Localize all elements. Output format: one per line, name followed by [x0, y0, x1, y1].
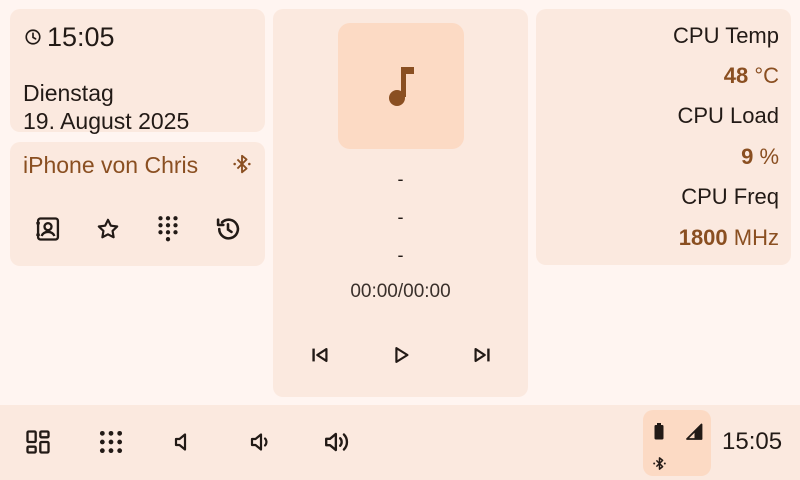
music-note-icon — [386, 65, 416, 107]
skip-next-icon — [471, 344, 493, 366]
cpu-load-value: 9 % — [741, 144, 779, 170]
contacts-icon — [34, 215, 62, 243]
battery-icon — [654, 423, 664, 440]
clock-icon — [24, 28, 42, 46]
cpu-load-unit: % — [759, 144, 779, 169]
cpu-freq-unit: MHz — [733, 225, 779, 250]
play-icon — [390, 344, 412, 366]
dialpad-button[interactable] — [151, 212, 185, 246]
contacts-button[interactable] — [31, 212, 65, 246]
track-artist: - — [397, 207, 404, 227]
call-history-button[interactable] — [211, 212, 245, 246]
volume-down-button[interactable] — [244, 425, 278, 459]
phone-card: iPhone von Chris — [10, 142, 265, 266]
cpu-freq-value: 1800 MHz — [679, 225, 779, 251]
album-art — [338, 23, 464, 149]
previous-track-button[interactable] — [304, 339, 336, 371]
cpu-load-label: CPU Load — [677, 103, 779, 128]
app-grid-button[interactable] — [94, 425, 128, 459]
clock-card: 15:05 Dienstag 19. August 2025 — [10, 9, 265, 134]
system-stats-card: CPU Temp 48 °C CPU Load 9 % CPU Freq 180… — [536, 9, 791, 265]
taskbar-clock: 15:05 — [722, 428, 783, 455]
track-title: - — [397, 169, 404, 189]
volume-mute-button[interactable] — [166, 425, 200, 459]
play-button[interactable] — [385, 339, 417, 371]
clock-time: 15:05 — [47, 22, 115, 52]
track-album: - — [397, 245, 404, 265]
dialpad-icon — [155, 214, 181, 244]
cpu-freq-number: 1800 — [678, 225, 728, 250]
volume-down-icon — [248, 430, 274, 454]
clock-row: 15:05 — [24, 21, 115, 53]
track-time: 00:00/00:00 — [350, 281, 451, 302]
cpu-temp-unit: °C — [754, 63, 779, 88]
app-grid-icon — [98, 429, 124, 455]
cpu-load-number: 9 — [741, 144, 754, 169]
dashboard-button[interactable] — [21, 425, 55, 459]
star-icon — [95, 216, 121, 242]
status-tray[interactable] — [643, 410, 711, 476]
cpu-temp-value: 48 °C — [724, 63, 779, 89]
cpu-temp-number: 48 — [723, 63, 749, 88]
volume-up-button[interactable] — [321, 425, 355, 459]
bluetooth-icon[interactable] — [231, 153, 253, 175]
connected-device-name[interactable]: iPhone von Chris — [23, 152, 198, 178]
date-weekday: Dienstag — [23, 80, 114, 106]
volume-mute-icon — [171, 430, 195, 454]
next-track-button[interactable] — [466, 339, 498, 371]
signal-icon — [685, 423, 703, 440]
cpu-temp-label: CPU Temp — [673, 23, 779, 48]
volume-up-icon — [323, 429, 353, 455]
date-full: 19. August 2025 — [23, 108, 190, 134]
taskbar: 15:05 — [0, 405, 800, 480]
bluetooth-icon — [652, 456, 667, 471]
dashboard-icon — [24, 428, 52, 456]
favorites-button[interactable] — [91, 212, 125, 246]
cpu-freq-label: CPU Freq — [681, 184, 779, 209]
media-player-card: - - - 00:00/00:00 — [273, 9, 528, 397]
skip-previous-icon — [309, 344, 331, 366]
history-icon — [214, 215, 242, 243]
